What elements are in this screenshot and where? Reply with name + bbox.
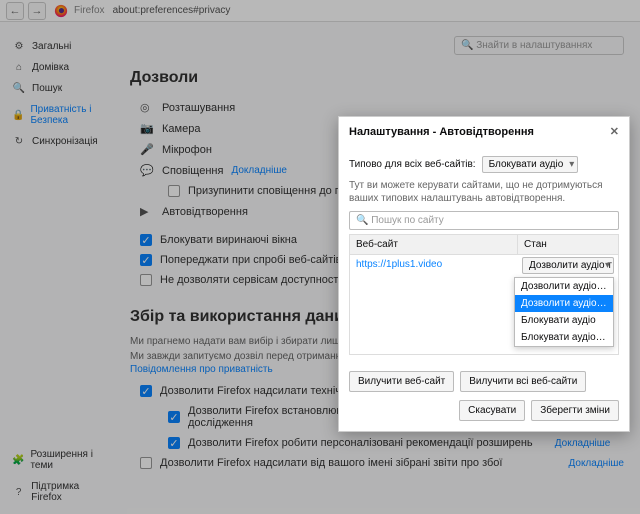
default-label: Типово для всіх веб-сайтів: (349, 159, 476, 170)
dialog-hint: Тут ви можете керувати сайтами, що не до… (349, 179, 619, 205)
site-search-placeholder: Пошук по сайту (371, 215, 444, 226)
close-icon[interactable]: ✕ (610, 125, 619, 138)
dropdown-option[interactable]: Блокувати аудіо і … (515, 329, 613, 346)
save-button[interactable]: Зберегти зміни (531, 400, 619, 421)
site-status-select[interactable]: Дозволити аудіо т… (522, 257, 614, 274)
remove-all-button[interactable]: Вилучити всі веб-сайти (460, 371, 586, 392)
dialog-title: Налаштування - Автовідтворення (349, 126, 534, 138)
table-row[interactable]: https://1plus1.video Дозволити аудіо т… (350, 255, 618, 276)
autoplay-settings-dialog: Налаштування - Автовідтворення ✕ Типово … (338, 116, 630, 432)
site-url: https://1plus1.video (350, 255, 518, 276)
col-status[interactable]: Стан (518, 235, 618, 254)
dropdown-option[interactable]: Дозволити аудіо т… (515, 278, 613, 295)
status-dropdown: Дозволити аудіо т… Дозволити аудіо т… Бл… (514, 277, 614, 347)
dropdown-option[interactable]: Блокувати аудіо (515, 312, 613, 329)
dropdown-option[interactable]: Дозволити аудіо т… (515, 295, 613, 312)
cancel-button[interactable]: Скасувати (459, 400, 525, 421)
remove-site-button[interactable]: Вилучити веб-сайт (349, 371, 454, 392)
col-website[interactable]: Веб-сайт (350, 235, 518, 254)
site-search-input[interactable]: 🔍 Пошук по сайту (349, 211, 619, 230)
default-autoplay-select[interactable]: Блокувати аудіо (482, 156, 579, 173)
